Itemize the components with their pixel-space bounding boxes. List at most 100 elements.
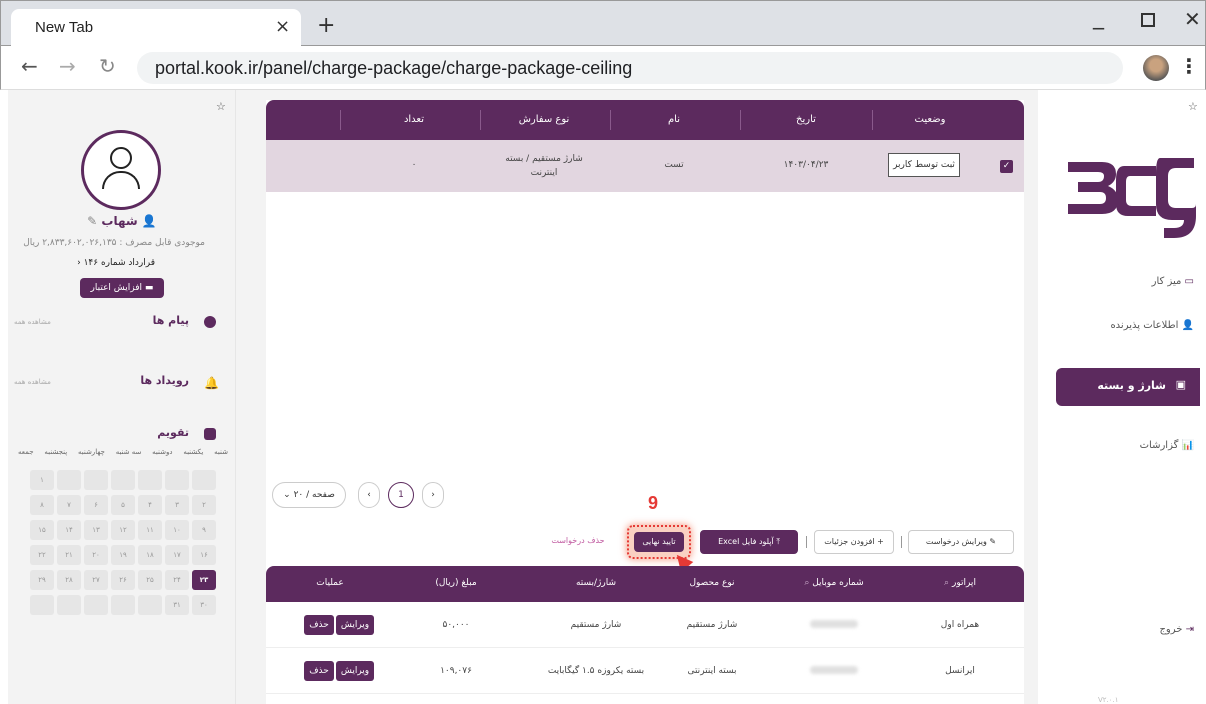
forward-arrow-icon[interactable]: → xyxy=(59,54,76,78)
new-tab-plus-icon[interactable]: + xyxy=(317,13,335,38)
profile-avatar[interactable] xyxy=(1143,55,1169,81)
calendar-day[interactable]: ۲۵ xyxy=(138,570,162,590)
delete-row-button[interactable]: حذف xyxy=(304,615,334,635)
table-row[interactable]: همراه اول شارژ مستقیم شارژ مستقیم ۵۰,۰۰۰… xyxy=(266,602,1024,648)
col-amount: مبلغ (ریال) xyxy=(435,578,477,588)
column-divider xyxy=(610,110,611,130)
close-icon[interactable]: × xyxy=(275,16,290,37)
calendar-day[interactable]: ۲ xyxy=(192,495,216,515)
nav-dashboard[interactable]: ▭ میز کار xyxy=(1152,276,1194,287)
search-icon[interactable]: ⌕ xyxy=(944,578,949,588)
upload-excel-button[interactable]: ⤒ آپلود فایل Excel xyxy=(700,530,798,554)
kebab-menu-icon[interactable]: ⋮ xyxy=(1179,54,1199,78)
order-date: ۱۴۰۳/۰۴/۲۳ xyxy=(783,160,829,170)
calendar-grid: ۱ ۲ ۳ ۴ ۵ ۶ ۷ ۸ ۹ ۱۰ ۱۱ ۱۲ ۱۳ ۱۴ ۱۵ ۱۶ ۱۷ ۱۸ ۱۹ ۲۰ ۲۱ ۲۲ ۲۳ ۲۴ ۲… xyxy=(30,470,216,615)
calendar-day[interactable]: ۲۰ xyxy=(84,545,108,565)
calendar-day[interactable]: ۱۳ xyxy=(84,520,108,540)
messages-see-all-link[interactable]: مشاهده همه xyxy=(14,318,51,326)
calendar-day[interactable]: ۲۶ xyxy=(111,570,135,590)
calendar-day[interactable]: ۵ xyxy=(111,495,135,515)
page-size-select[interactable]: ⌄ ۲۰ / صفحه xyxy=(272,482,346,508)
version-label: V۲.۰.۱ xyxy=(1098,696,1119,704)
events-see-all-link[interactable]: مشاهده همه xyxy=(14,378,51,386)
toolbar-divider xyxy=(901,536,902,548)
delete-request-button[interactable]: حذف درخواست xyxy=(546,530,610,554)
weekday-label: جمعه xyxy=(18,448,34,456)
step-number: 9 xyxy=(648,493,659,513)
calendar-day[interactable]: ۱۷ xyxy=(165,545,189,565)
search-icon[interactable]: ⌕ xyxy=(804,578,809,588)
add-details-button[interactable]: + افزودن جزئیات xyxy=(814,530,894,554)
nav-reports[interactable]: 📊 گزارشات xyxy=(1140,440,1194,451)
user-head-icon xyxy=(110,147,132,169)
balance-text: موجودی قابل مصرف : ۲,۸۳۳,۶۰۲,۰۲۶,۱۳۵ ریا… xyxy=(23,238,205,248)
nav-acceptor-info[interactable]: 👤 اطلاعات پذیرنده xyxy=(1110,320,1194,331)
bar-chart-icon: 📊 xyxy=(1181,440,1194,451)
calendar-day[interactable]: ۲۱ xyxy=(57,545,81,565)
pin-icon[interactable]: ☆ xyxy=(216,100,226,113)
calendar-day[interactable]: ۲۲ xyxy=(30,545,54,565)
calendar-day[interactable]: ۶ xyxy=(84,495,108,515)
weekday-label: پنجشنبه xyxy=(44,448,68,456)
calendar-day[interactable]: ۱۹ xyxy=(111,545,135,565)
col-date: تاریخ xyxy=(796,114,816,125)
edit-request-button[interactable]: ✎ ویرایش درخواست xyxy=(908,530,1014,554)
calendar-empty-cell xyxy=(192,470,216,490)
col-package: شارژ/بسته xyxy=(575,578,617,588)
calendar-day[interactable]: ۳ xyxy=(165,495,189,515)
url-input[interactable]: portal.kook.ir/panel/charge-package/char… xyxy=(137,52,1123,84)
calendar-day[interactable]: ۱۱ xyxy=(138,520,162,540)
plus-icon: + xyxy=(877,537,884,546)
username: ✎ شهاب 👤 xyxy=(87,214,157,228)
package-cell: بسته یکروزه ۱.۵ گیگابایت xyxy=(547,666,645,676)
calendar-day[interactable]: ۱ xyxy=(30,470,54,490)
calendar-day[interactable]: ۱۲ xyxy=(111,520,135,540)
maximize-icon[interactable] xyxy=(1141,13,1155,27)
calendar-day[interactable]: ۲۸ xyxy=(57,570,81,590)
table-row[interactable]: ✓ ثبت توسط کاربر ۱۴۰۳/۰۴/۲۳ تست شارژ مست… xyxy=(266,140,1024,192)
calendar-day[interactable]: ۱۰ xyxy=(165,520,189,540)
calendar-day[interactable]: ۱۴ xyxy=(57,520,81,540)
calendar-empty-cell xyxy=(111,470,135,490)
reload-icon[interactable]: ↻ xyxy=(99,54,116,78)
contract-link[interactable]: قرارداد شماره ۱۴۶ ‹ xyxy=(77,258,155,268)
chevron-left-icon: ‹ xyxy=(77,258,81,268)
calendar-day[interactable]: ۸ xyxy=(30,495,54,515)
column-divider xyxy=(480,110,481,130)
final-confirm-button[interactable]: تایید نهایی xyxy=(634,532,684,552)
page-1-button[interactable]: 1 xyxy=(388,482,414,508)
table-row[interactable]: ایرانسل بسته اینترنتی بسته یکروزه ۱.۵ گی… xyxy=(266,648,1024,694)
next-page-button[interactable]: › xyxy=(422,482,444,508)
calendar-day[interactable]: ۴ xyxy=(138,495,162,515)
calendar-day[interactable]: ۱۵ xyxy=(30,520,54,540)
prev-page-button[interactable]: ‹ xyxy=(358,482,380,508)
edit-row-button[interactable]: ویرایش xyxy=(336,615,374,635)
browser-tab[interactable]: New Tab × xyxy=(11,9,301,47)
calendar-day[interactable]: ۳۰ xyxy=(192,595,216,615)
nav-charge-package[interactable]: ▣ شارژ و بسته xyxy=(1056,368,1200,406)
nav-logout[interactable]: ⇥ خروج xyxy=(1159,624,1194,635)
edit-icon[interactable]: ✎ xyxy=(87,214,97,228)
delete-row-button[interactable]: حذف xyxy=(304,661,334,681)
calendar-day[interactable]: ۲۴ xyxy=(165,570,189,590)
calendar-day[interactable]: ۹ xyxy=(192,520,216,540)
operator-cell: همراه اول xyxy=(940,620,980,630)
message-icon xyxy=(204,316,216,328)
col-actions: عملیات xyxy=(316,578,344,588)
calendar-day[interactable]: ۱۸ xyxy=(138,545,162,565)
calendar-day[interactable]: ۲۹ xyxy=(30,570,54,590)
pin-icon[interactable]: ☆ xyxy=(1188,100,1198,113)
calendar-title: تقویم xyxy=(157,426,189,439)
calendar-day[interactable]: ۲۳ xyxy=(192,570,216,590)
order-type: شارژ مستقیم / بسته اینترنت xyxy=(505,154,583,178)
calendar-day[interactable]: ۷ xyxy=(57,495,81,515)
minimize-icon[interactable]: _ xyxy=(1093,5,1104,30)
row-checkbox[interactable]: ✓ xyxy=(1000,160,1013,173)
edit-row-button[interactable]: ویرایش xyxy=(336,661,374,681)
back-arrow-icon[interactable]: ← xyxy=(21,54,38,78)
increase-credit-button[interactable]: ▬ افزایش اعتبار xyxy=(80,278,164,298)
calendar-day[interactable]: ۱۶ xyxy=(192,545,216,565)
window-close-icon[interactable]: ✕ xyxy=(1184,7,1201,31)
calendar-day[interactable]: ۲۷ xyxy=(84,570,108,590)
calendar-day[interactable]: ۳۱ xyxy=(165,595,189,615)
